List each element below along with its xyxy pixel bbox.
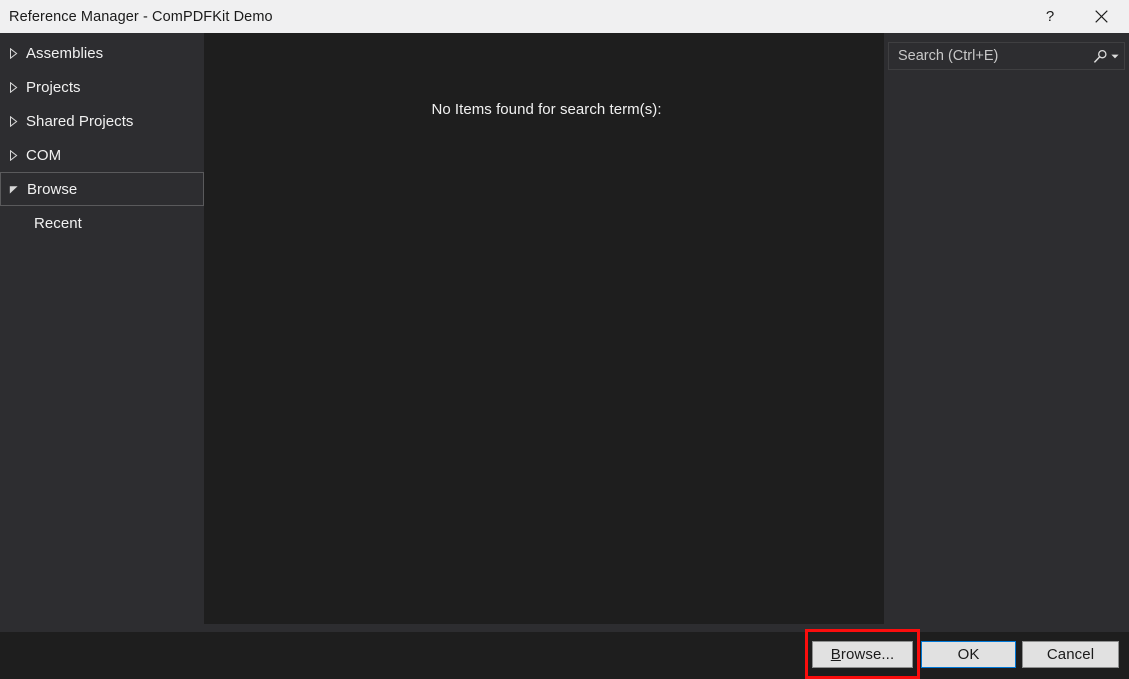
help-button[interactable]: ? [1027,0,1073,33]
close-icon [1094,10,1108,23]
cancel-button-label: Cancel [1046,646,1095,663]
browse-button-label: rowse... [840,646,895,663]
chevron-right-icon[interactable] [0,47,26,59]
chevron-right-icon[interactable] [0,149,26,161]
ok-button-label: OK [957,646,980,663]
sidebar-item-projects[interactable]: Projects [0,70,204,104]
close-button[interactable] [1073,0,1129,33]
question-mark-icon: ? [1045,8,1055,25]
sidebar-item-browse[interactable]: Browse [0,172,204,206]
sidebar-item-recent[interactable]: Recent [0,206,204,240]
sidebar-item-label: Projects [26,78,81,96]
chevron-down-icon[interactable] [1109,54,1124,59]
reference-manager-dialog: Reference Manager - ComPDFKit Demo ? Ass… [0,0,1129,679]
chevron-down-icon[interactable] [1,184,27,194]
sidebar-item-com[interactable]: COM [0,138,204,172]
browse-button-accelerator: B [830,646,841,663]
sidebar-item-label: Browse [27,180,78,198]
window-title: Reference Manager - ComPDFKit Demo [9,8,273,25]
right-panel [884,33,1129,624]
results-panel: No Items found for search term(s): [209,76,884,624]
sidebar-item-label: Recent [34,214,82,232]
empty-results-message: No Items found for search term(s): [431,101,662,118]
category-tree-sidebar: Assemblies Projects Shared Projects COM … [0,33,204,624]
title-bar: Reference Manager - ComPDFKit Demo ? [0,0,1129,33]
sidebar-item-label: Shared Projects [26,112,134,130]
sidebar-item-label: COM [26,146,62,164]
chevron-right-icon[interactable] [0,115,26,127]
sidebar-item-shared-projects[interactable]: Shared Projects [0,104,204,138]
cancel-button[interactable]: Cancel [1022,641,1119,668]
panel-divider [0,624,1129,632]
sidebar-item-assemblies[interactable]: Assemblies [0,36,204,70]
search-box[interactable] [888,42,1125,70]
search-input[interactable] [889,43,1091,69]
browse-button[interactable]: Browse... [812,641,913,668]
ok-button[interactable]: OK [921,641,1016,668]
chevron-right-icon[interactable] [0,81,26,93]
search-icon[interactable] [1091,49,1109,64]
sidebar-item-label: Assemblies [26,44,104,62]
